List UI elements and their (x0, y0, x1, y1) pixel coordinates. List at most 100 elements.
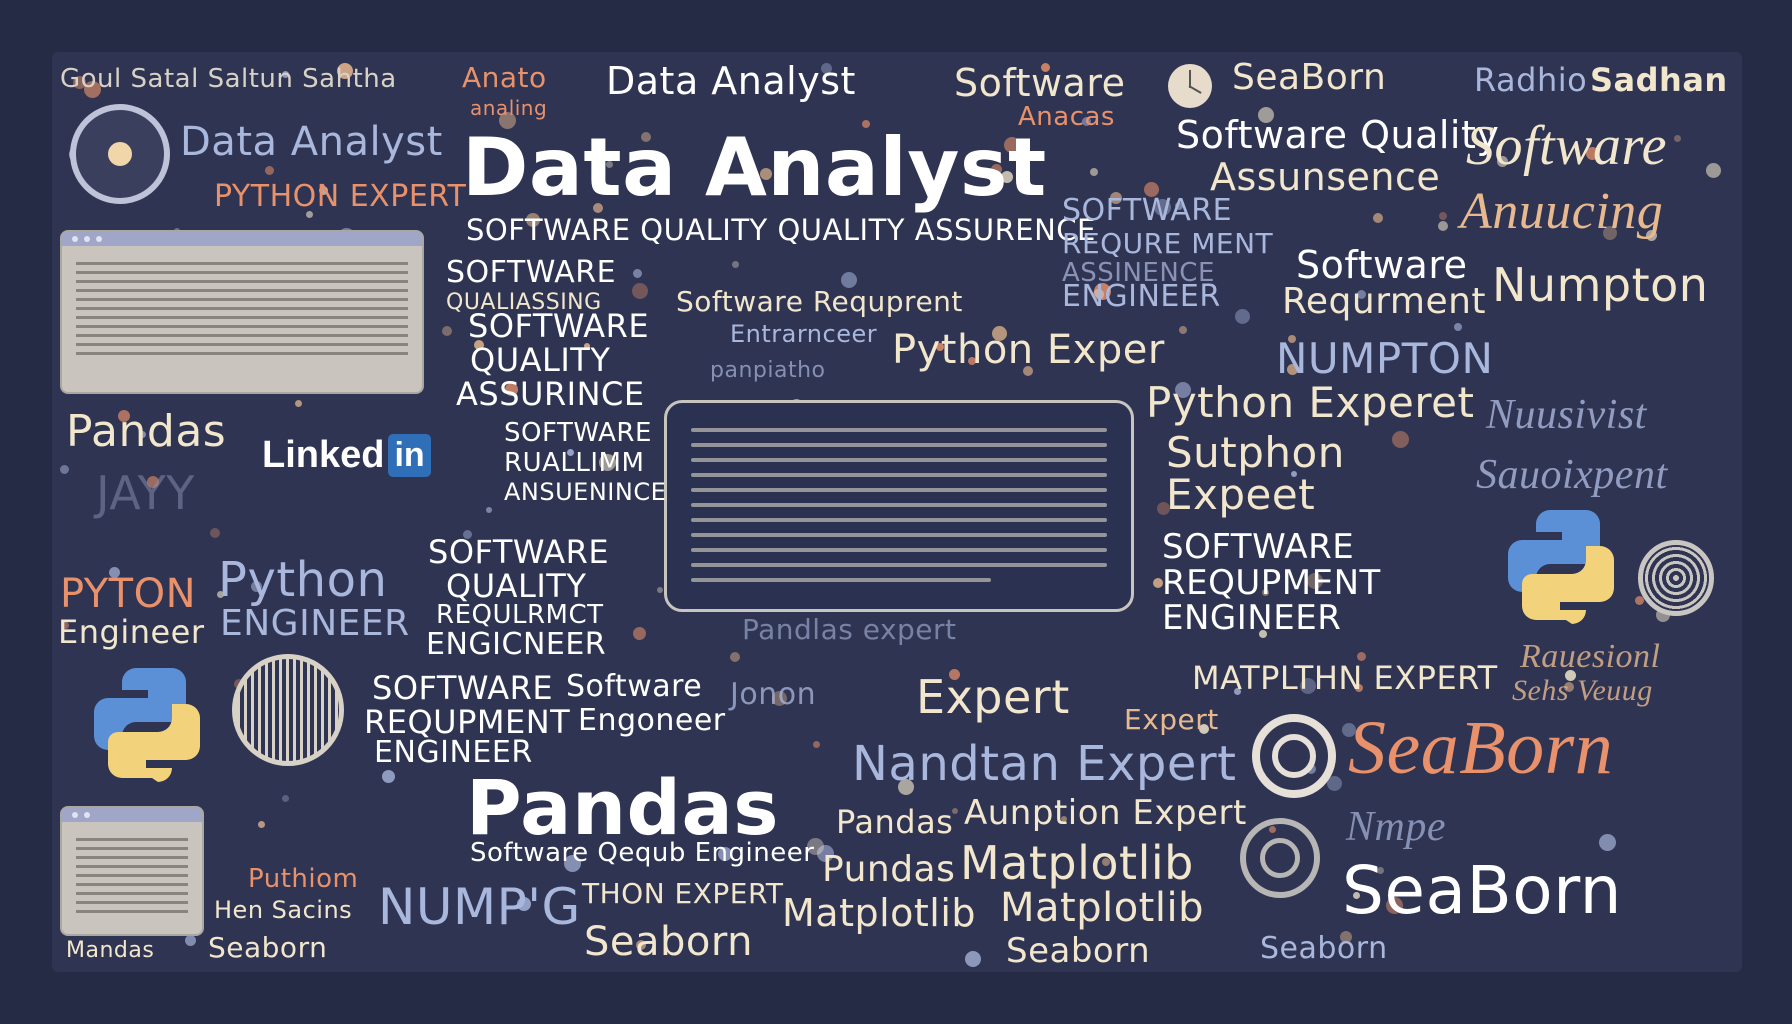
word-hen-sacins: Hen Sacins (214, 896, 353, 924)
word-sellers-script: Nuusivist (1486, 392, 1647, 438)
word-assunsence: Assunsence (1210, 155, 1441, 199)
decorative-dot (281, 794, 289, 802)
word-numpy-bottom: NUMP'G (378, 878, 581, 936)
word-engineer-1: ENGINEER (1062, 279, 1221, 314)
word-rauesionl: Rauesionl (1520, 638, 1661, 675)
word-expert-2: Expert (1124, 703, 1219, 736)
word-python-expert-left: PYTHON EXPERT (214, 179, 467, 214)
decorative-dot (631, 283, 648, 300)
word-software-requrment: Software (1296, 243, 1468, 287)
word-seaborn-b2: Seaborn (584, 919, 753, 965)
word-seaborn-top: SeaBorn (1232, 57, 1387, 98)
hero-seaborn: SeaBorn (1342, 852, 1622, 929)
word-software-req-eng-right: SOFTWARE REQUPMENT ENGINEER (1162, 527, 1381, 639)
word-entrarneer: Entrarnceer (730, 320, 878, 348)
word-requrment: Requrment (1282, 281, 1487, 322)
word-anato: Anato (462, 61, 547, 94)
word-thon-expert: THON EXPERT (582, 877, 784, 910)
word-numpton-2: NUMPTON (1276, 334, 1494, 383)
word-sadhan: Sadhan (1590, 61, 1728, 99)
decorative-dot (258, 820, 266, 828)
word-expert-1: Expert (916, 670, 1070, 724)
python-logo-icon (1508, 510, 1614, 624)
top-scribble: Goul Satal Saltun Sahtha (60, 64, 397, 94)
word-requrement-1: REQURE MENT (1062, 227, 1274, 260)
word-engineer-left: Engineer (58, 613, 205, 651)
word-data-analyst-top: Data Analyst (606, 59, 856, 103)
word-python-mid: Python (218, 552, 388, 608)
word-anuucing: Anuucing (1460, 183, 1664, 240)
linkedin-wordmark: Linked (262, 434, 385, 476)
word-ansuenince: ANSUENINCE (504, 478, 667, 506)
word-software-requprent: Software Requprent (676, 285, 963, 318)
word-software-4: SOFTWARE (428, 533, 610, 571)
word-pandpiatho: panpiatho (710, 358, 826, 383)
ring-emblem-icon (1240, 818, 1320, 898)
word-nandtan-expert: Nandtan Expert (852, 736, 1237, 792)
decorative-dot (1453, 323, 1462, 332)
word-software-3: SOFTWARE (504, 418, 652, 448)
word-quality-4: QUALITY (446, 567, 587, 605)
decorative-dot (1438, 220, 1449, 231)
decorative-dot (382, 769, 396, 783)
ring-emblem-icon (1638, 540, 1714, 616)
word-engoneer: Engoneer (578, 703, 726, 738)
word-seaborn-b4: Seaborn (1260, 931, 1388, 966)
decorative-dot (1674, 134, 1682, 142)
ring-emblem-icon (1252, 714, 1336, 798)
decorative-dot (632, 268, 642, 278)
word-software-script: Software (1466, 115, 1668, 177)
collage-canvas: Linked in Goul Satal Saltun Sahtha Anato… (0, 0, 1792, 1024)
python-logo-icon (94, 668, 200, 782)
browser-window-icon (62, 808, 202, 934)
word-engineer-mid: ENGINEER (220, 603, 410, 644)
word-seaborn-b3: Seaborn (1006, 931, 1151, 971)
word-saviol: Sauoixpent (1476, 452, 1668, 498)
word-seaborn-script: SeaBorn (1348, 706, 1614, 790)
decorative-dot (1705, 163, 1721, 179)
word-matplotlib-1: Matplotlib (960, 836, 1194, 890)
word-software-6: Software (566, 669, 703, 704)
word-sehs-uneig: Sehs Veuug (1512, 674, 1653, 707)
word-pandas-left: Pandas (66, 406, 227, 457)
word-requpment-5: REQUPMENT (364, 703, 571, 741)
word-sutphon: Sutphon (1166, 428, 1345, 477)
word-requlrment: REQULRMCT (436, 600, 604, 630)
decorative-dot (1598, 834, 1616, 852)
word-numpton-1: Numpton (1492, 258, 1709, 312)
word-ahcpe: Nmpe (1346, 804, 1446, 850)
decorative-dot (1152, 577, 1163, 588)
text-panel (664, 400, 1134, 612)
decorative-dot (1089, 167, 1098, 176)
hero-data-analyst: Data Analyst (462, 121, 1047, 214)
word-seaborn-b1: Seaborn (208, 931, 328, 964)
word-software-5: SOFTWARE (372, 669, 554, 707)
ring-emblem-icon (232, 654, 344, 766)
word-software-req-1: SOFTWARE (1062, 193, 1233, 228)
ring-emblem-icon (70, 104, 170, 204)
word-faint-jayy: JAYY (96, 466, 195, 520)
linkedin-logo: Linked in (262, 434, 431, 477)
word-software-quality: Software Quality (1176, 113, 1500, 157)
word-assurince: ASSURINCE (456, 375, 645, 413)
decorative-dot (1372, 213, 1383, 224)
word-pundas: Pundas (822, 849, 956, 890)
decorative-dot (730, 651, 741, 662)
word-pandas-small: Pandas (836, 803, 954, 841)
decorative-dot (732, 260, 740, 268)
word-radhio: Radhio (1474, 61, 1588, 99)
decorative-dot (210, 527, 221, 538)
decorative-dot (1438, 211, 1447, 220)
decorative-dot (1234, 308, 1250, 324)
clock-icon (1168, 64, 1212, 108)
word-pyton: PYTON (60, 571, 197, 617)
word-python-experet: Python Experet (1146, 378, 1475, 427)
word-pandas-expert-faint: Pandlas expert (742, 613, 957, 646)
word-jonon: Jonon (730, 677, 817, 712)
word-quality-2: QUALITY (470, 341, 611, 379)
word-matplotlib-2: Matplotlib (782, 891, 977, 935)
word-software-qequb: Software Qequb Engineer (470, 838, 815, 868)
decorative-dot (964, 950, 981, 967)
word-software-1: SOFTWARE (446, 255, 617, 290)
word-mandas: Mandas (66, 938, 155, 963)
